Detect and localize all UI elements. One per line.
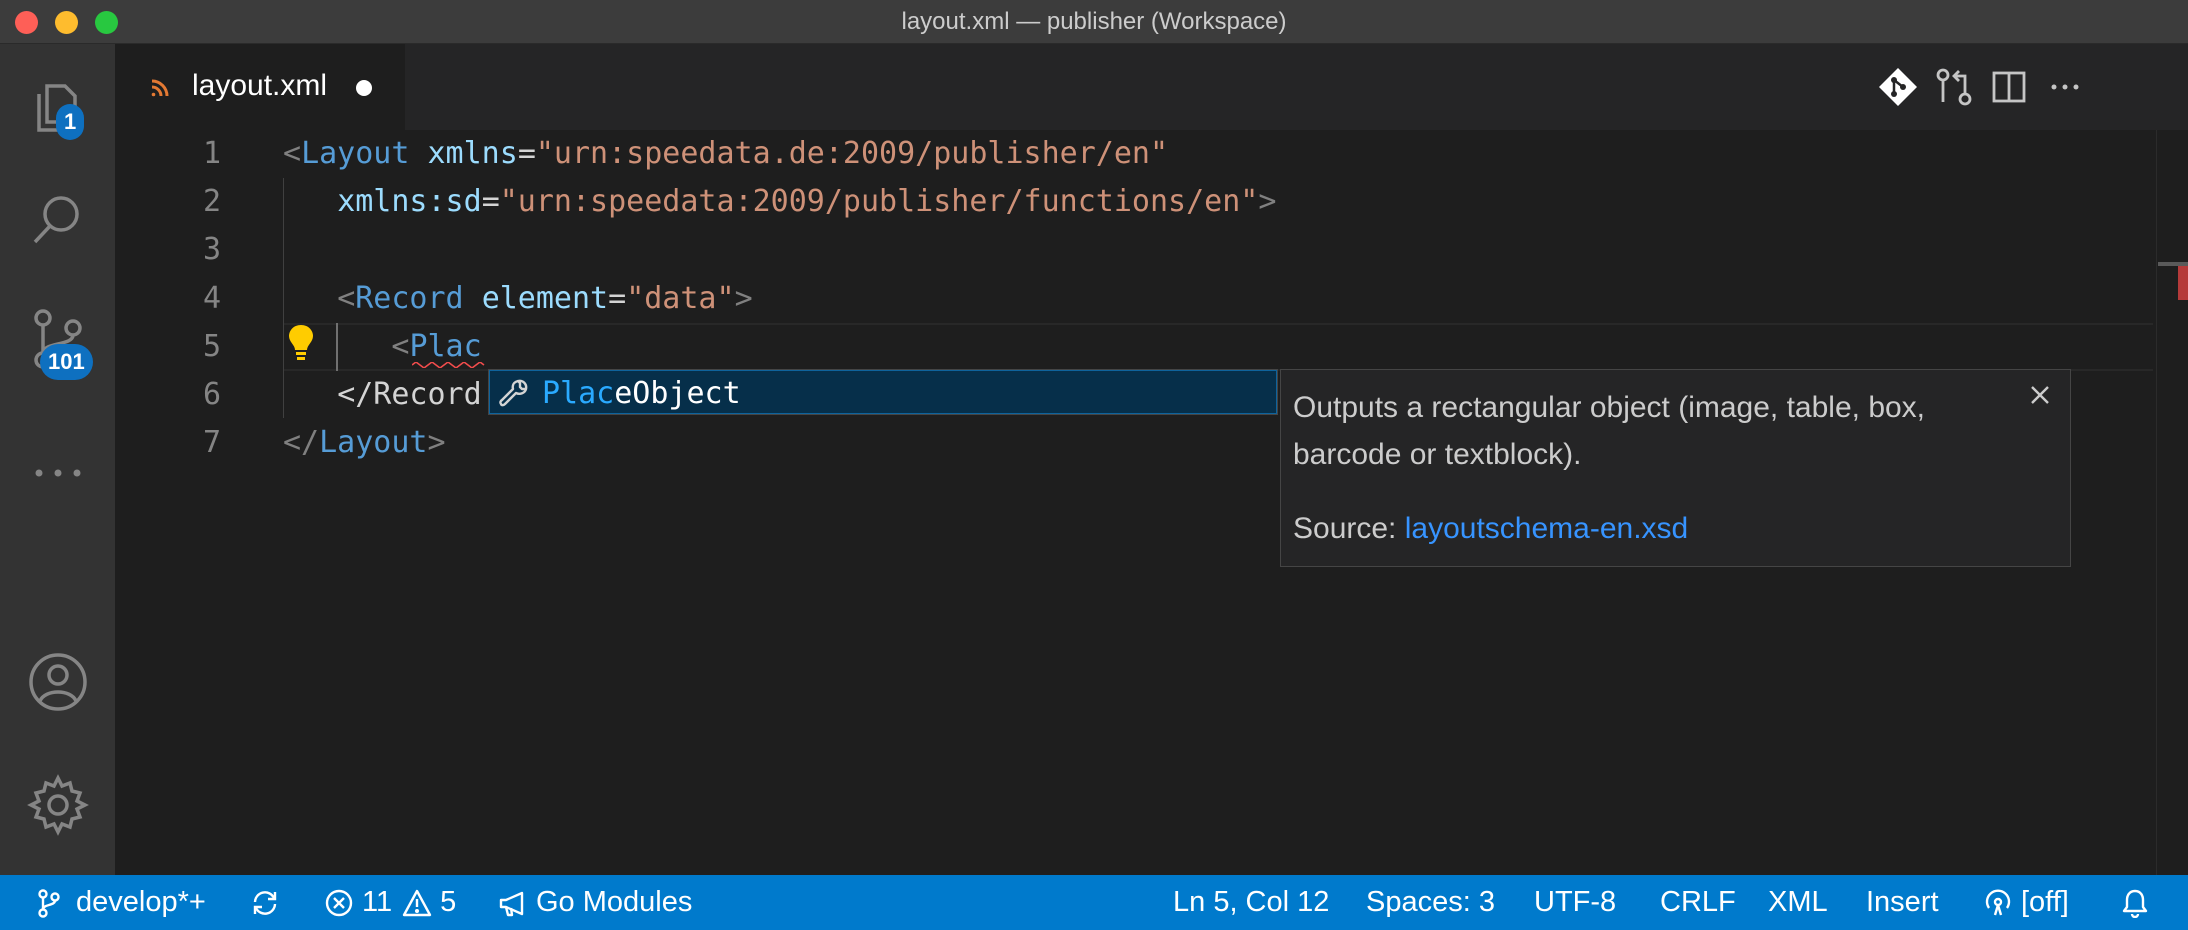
overview-ruler[interactable] xyxy=(2156,130,2188,875)
line-number: 5 xyxy=(202,329,221,364)
token-punct: > xyxy=(734,281,753,316)
token-punct: </ xyxy=(283,425,320,460)
line-number: 7 xyxy=(202,425,221,460)
explorer-badge: 1 xyxy=(56,104,85,140)
language-mode[interactable]: XML xyxy=(1768,875,1828,930)
token-tag: Layout xyxy=(319,425,428,460)
xml-file-icon xyxy=(151,79,169,97)
token-attr: element xyxy=(481,281,609,316)
sync-item[interactable] xyxy=(250,875,280,930)
token-string: "urn:speedata:2009/publisher/functions/e… xyxy=(499,184,1259,219)
token-tag: Record xyxy=(355,281,464,316)
details-source: Source: layoutschema-en.xsd xyxy=(1293,512,1688,546)
token-punct: > xyxy=(1258,184,1277,219)
branch-name: develop*+ xyxy=(76,886,206,918)
token-text: </Record xyxy=(337,377,482,412)
activity-bar: 1 101 xyxy=(0,44,115,875)
error-count: 11 xyxy=(362,886,393,918)
token-eq: = xyxy=(517,136,536,171)
line-number: 1 xyxy=(202,136,221,171)
search-button[interactable] xyxy=(0,164,115,274)
suggest-details: Outputs a rectangular object (image, tab… xyxy=(1280,369,2071,567)
overview-error-marker xyxy=(2178,266,2188,300)
current-line-highlight xyxy=(283,323,2153,371)
live-status: [off] xyxy=(2021,886,2069,918)
line-number: 2 xyxy=(202,184,221,219)
account-icon xyxy=(28,653,87,711)
error-icon xyxy=(325,889,353,916)
broadcast-icon xyxy=(1985,888,2011,915)
cursor-position[interactable]: Ln 5, Col 12 xyxy=(1173,875,1329,930)
git-icon[interactable] xyxy=(1877,66,1919,108)
token-string: "urn:speedata.de:2009/publisher/en" xyxy=(535,136,1169,171)
code-line-6: </Record xyxy=(283,371,482,419)
warning-count: 5 xyxy=(440,886,457,918)
line-ending[interactable]: CRLF xyxy=(1660,875,1736,930)
details-description: Outputs a rectangular object (image, tab… xyxy=(1293,391,1926,471)
code-line-2: xmlns:sd="urn:speedata:2009/publisher/fu… xyxy=(283,178,1276,226)
split-editor-icon[interactable] xyxy=(1988,66,2030,108)
go-modules-label: Go Modules xyxy=(536,886,693,918)
status-bar: develop*+ 11 5 Go Modules Ln 5, Col 12 S… xyxy=(0,875,2188,930)
megaphone-icon xyxy=(499,891,524,916)
lightbulb-icon[interactable] xyxy=(286,322,316,362)
vim-mode[interactable]: Insert xyxy=(1866,875,1939,930)
token-tag: Layout xyxy=(301,136,410,171)
source-control-badge: 101 xyxy=(40,344,93,380)
line-number: 6 xyxy=(202,377,221,412)
branch-icon xyxy=(38,888,60,918)
token-punct: < xyxy=(337,281,356,316)
open-changes-icon[interactable] xyxy=(1933,66,1975,108)
line-number: 3 xyxy=(202,232,221,267)
warning-icon xyxy=(402,889,432,916)
gear-icon xyxy=(26,774,89,836)
title-bar: layout.xml — publisher (Workspace) xyxy=(0,0,2188,44)
more-actions-icon[interactable] xyxy=(2044,66,2086,108)
code-line-1: <Layout xmlns="urn:speedata.de:2009/publ… xyxy=(283,130,1168,178)
token-eq: = xyxy=(481,184,500,219)
source-control-button[interactable]: 101 xyxy=(0,284,115,394)
branch-item[interactable]: develop*+ xyxy=(34,875,206,930)
token-tag: Plac xyxy=(409,329,482,364)
problems-item[interactable]: 11 5 xyxy=(324,875,456,930)
error-squiggle xyxy=(412,362,485,368)
wrench-icon xyxy=(499,379,528,407)
token-punct: > xyxy=(427,425,446,460)
tab-bar: layout.xml xyxy=(115,44,2188,130)
indentation[interactable]: Spaces: 3 xyxy=(1366,875,1495,930)
token-punct: < xyxy=(283,136,302,171)
code-line-7: </Layout> xyxy=(283,419,446,467)
suggestion-label: PlaceObject xyxy=(542,376,741,411)
explorer-button[interactable]: 1 xyxy=(0,48,115,158)
search-icon xyxy=(33,196,79,244)
line-number: 4 xyxy=(202,281,221,316)
source-label: Source: xyxy=(1293,512,1397,545)
suggestion-match: Plac xyxy=(542,376,615,411)
suggestion-item[interactable]: PlaceObject xyxy=(489,370,1277,414)
tab-layout-xml[interactable]: layout.xml xyxy=(115,44,405,130)
unsaved-indicator[interactable] xyxy=(356,80,372,96)
close-icon[interactable] xyxy=(2025,380,2055,410)
window-title: layout.xml — publisher (Workspace) xyxy=(901,8,1287,35)
manage-button[interactable] xyxy=(0,750,115,860)
more-views-button[interactable] xyxy=(0,418,115,528)
live-share-item[interactable]: [off] xyxy=(1983,875,2069,930)
suggest-widget: PlaceObject xyxy=(488,369,1278,415)
accounts-button[interactable] xyxy=(0,627,115,737)
token-eq: = xyxy=(608,281,627,316)
go-modules-item[interactable]: Go Modules xyxy=(498,875,692,930)
token-attr: xmlns:sd xyxy=(337,184,482,219)
more-icon xyxy=(35,469,80,477)
bell-icon xyxy=(2122,889,2148,918)
code-line-4: <Record element="data"> xyxy=(283,275,753,323)
tab-label: layout.xml xyxy=(192,69,328,102)
token-attr: xmlns xyxy=(427,136,518,171)
encoding[interactable]: UTF-8 xyxy=(1534,875,1616,930)
sync-icon xyxy=(253,890,277,915)
suggestion-rest: eObject xyxy=(614,376,741,411)
token-string: "data" xyxy=(626,281,735,316)
token-punct: < xyxy=(391,329,410,364)
notifications-item[interactable] xyxy=(2120,875,2150,930)
source-link[interactable]: layoutschema-en.xsd xyxy=(1405,512,1688,545)
